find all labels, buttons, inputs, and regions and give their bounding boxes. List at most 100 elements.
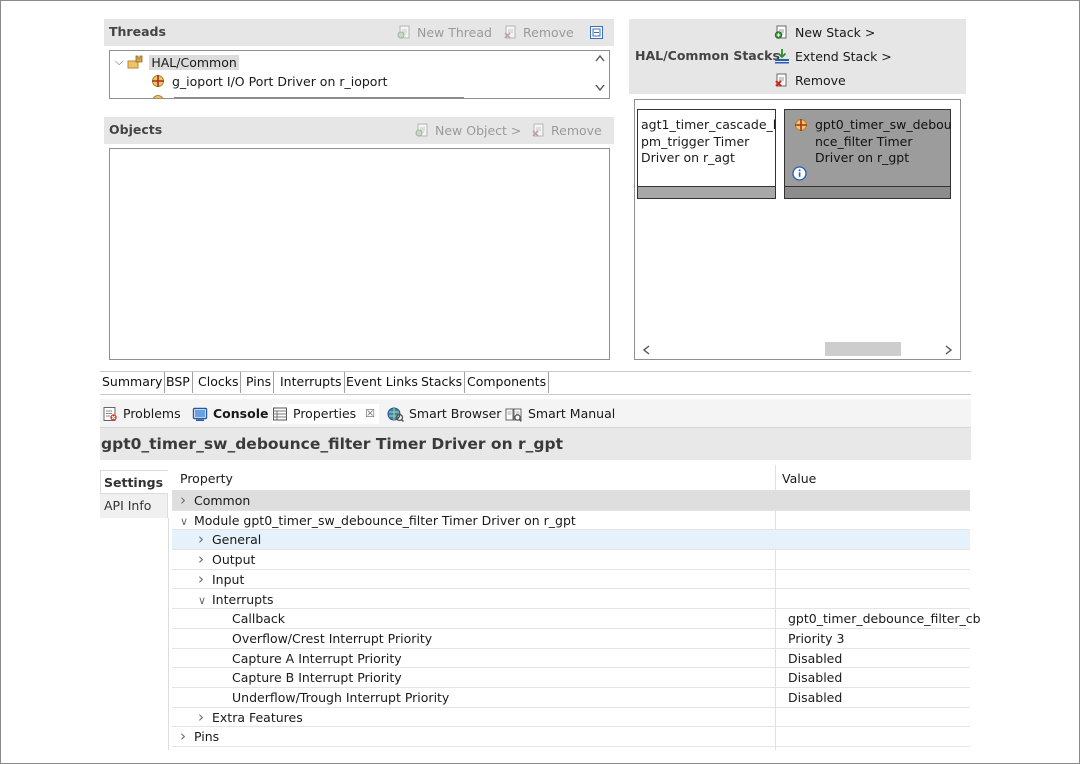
- driver-icon: [793, 117, 809, 133]
- property-label: Interrupts: [212, 591, 274, 607]
- close-icon[interactable]: ☒: [365, 404, 375, 424]
- col-value-header[interactable]: Value: [782, 471, 816, 486]
- property-label: Common: [194, 493, 251, 508]
- value-cell[interactable]: [782, 708, 788, 728]
- table-row[interactable]: › Input: [172, 570, 970, 590]
- property-cell: › Output: [198, 550, 255, 570]
- chevron-right-icon[interactable]: ›: [198, 570, 212, 589]
- tab-bsp[interactable]: BSP: [164, 372, 193, 393]
- value-cell[interactable]: [782, 590, 788, 610]
- tree-scrollbar[interactable]: [592, 51, 609, 98]
- chevron-right-icon[interactable]: ›: [180, 491, 194, 510]
- stack-block-gpt0[interactable]: gpt0_timer_sw_debou nce_filter Timer Dri…: [784, 109, 952, 199]
- tab-problems[interactable]: Problems: [102, 404, 181, 424]
- driver-icon: [150, 73, 166, 89]
- property-cell: › Input: [198, 570, 244, 590]
- scroll-down-icon[interactable]: [595, 84, 605, 92]
- table-row[interactable]: › General: [172, 530, 970, 551]
- side-tab-settings[interactable]: Settings: [100, 470, 168, 494]
- tab-smart-manual-label: Smart Manual: [528, 406, 616, 421]
- new-stack-icon: [774, 24, 790, 40]
- chevron-right-icon[interactable]: ›: [198, 708, 212, 727]
- new-object-icon: [415, 122, 431, 138]
- tree-node-hal-common[interactable]: ⌵ HAL/Common: [115, 54, 239, 70]
- chevron-down-icon: ⌵: [115, 55, 124, 68]
- scroll-up-icon[interactable]: [595, 54, 605, 62]
- value-cell[interactable]: Priority 3: [782, 629, 844, 649]
- stack-block-text: agt1_timer_cascade_l pm_trigger Timer Dr…: [641, 117, 776, 167]
- table-row[interactable]: › Common: [172, 491, 970, 511]
- tree-node-ioport[interactable]: g_ioport I/O Port Driver on r_ioport: [150, 73, 387, 89]
- side-tabs-divider: [168, 518, 169, 750]
- extend-stack-button[interactable]: Extend Stack >: [774, 48, 892, 64]
- remove-object-label: Remove: [551, 122, 602, 138]
- value-cell[interactable]: Disabled: [782, 688, 842, 708]
- stacks-hscrollbar[interactable]: [635, 340, 960, 359]
- table-row[interactable]: ∨ Module gpt0_timer_sw_debounce_filter Ti…: [172, 511, 970, 531]
- table-row[interactable]: Underflow/Trough Interrupt Priority Disab…: [172, 688, 970, 708]
- table-row[interactable]: › Output: [172, 550, 970, 570]
- tab-properties[interactable]: Properties ☒: [272, 404, 380, 424]
- table-row[interactable]: Capture A Interrupt Priority Disabled: [172, 649, 970, 669]
- tab-smart-manual[interactable]: Smart Manual: [505, 404, 615, 424]
- chevron-down-icon[interactable]: ∨: [180, 512, 194, 531]
- property-label: General: [212, 532, 262, 548]
- hal-common-icon: [127, 54, 145, 70]
- remove-thread-icon: [503, 24, 519, 40]
- table-row[interactable]: Overflow/Crest Interrupt Priority Priorit…: [172, 629, 970, 649]
- scroll-left-icon[interactable]: [642, 345, 650, 355]
- extend-stack-label: Extend Stack >: [795, 48, 892, 64]
- value-cell[interactable]: [782, 550, 788, 570]
- new-thread-icon: [397, 24, 413, 40]
- tab-components[interactable]: Components: [465, 372, 550, 393]
- smart-browser-icon: [386, 406, 404, 422]
- tab-stacks[interactable]: Stacks: [419, 372, 466, 393]
- property-cell: Callback: [232, 609, 285, 629]
- value-cell[interactable]: gpt0_timer_debounce_filter_cb: [782, 609, 981, 629]
- stack-block-text: gpt0_timer_sw_debou nce_filter Timer Dri…: [815, 117, 952, 167]
- scroll-right-icon[interactable]: [945, 345, 953, 355]
- tab-pins[interactable]: Pins: [244, 372, 275, 393]
- chevron-right-icon[interactable]: ›: [198, 530, 212, 549]
- threads-title: Threads: [109, 24, 166, 39]
- tab-properties-label: Properties: [293, 406, 357, 421]
- table-row[interactable]: › Extra Features: [172, 708, 970, 728]
- stack-block-footer: [785, 186, 950, 198]
- value-cell[interactable]: Disabled: [782, 649, 842, 669]
- table-row[interactable]: Capture B Interrupt Priority Disabled: [172, 668, 970, 688]
- new-stack-button[interactable]: New Stack >: [774, 24, 875, 40]
- tab-event-links[interactable]: Event Links: [344, 372, 421, 393]
- collapse-all-icon[interactable]: [589, 25, 604, 40]
- properties-table-header: Property Value: [172, 465, 970, 750]
- table-row[interactable]: ∨ Interrupts: [172, 590, 970, 610]
- tab-interrupts[interactable]: Interrupts: [278, 372, 345, 393]
- property-label: Module gpt0_timer_sw_debounce_filter Tim…: [194, 512, 576, 528]
- value-cell[interactable]: [782, 491, 788, 511]
- chevron-right-icon[interactable]: ›: [180, 727, 194, 746]
- col-property-header[interactable]: Property: [180, 471, 233, 486]
- new-thread-button[interactable]: New Thread: [397, 24, 492, 40]
- stack-block-agt1[interactable]: agt1_timer_cascade_l pm_trigger Timer Dr…: [637, 109, 776, 199]
- info-icon[interactable]: [792, 166, 807, 181]
- side-tab-api-info[interactable]: API Info: [100, 494, 168, 518]
- chevron-down-icon[interactable]: ∨: [198, 591, 212, 610]
- value-cell[interactable]: [782, 530, 788, 550]
- value-cell[interactable]: [782, 511, 788, 531]
- chevron-right-icon[interactable]: ›: [198, 550, 212, 569]
- tab-smart-browser-label: Smart Browser: [409, 406, 502, 421]
- new-thread-label: New Thread: [417, 24, 492, 40]
- tab-smart-browser[interactable]: Smart Browser: [386, 404, 501, 424]
- remove-object-button[interactable]: Remove: [531, 122, 602, 138]
- tab-console[interactable]: Console: [192, 404, 268, 424]
- value-cell[interactable]: Disabled: [782, 668, 842, 688]
- table-row[interactable]: › Pins: [172, 727, 970, 748]
- table-row[interactable]: Callback gpt0_timer_debounce_filter_cb: [172, 609, 981, 629]
- tab-clocks[interactable]: Clocks: [196, 372, 242, 393]
- new-object-button[interactable]: New Object >: [415, 122, 521, 138]
- remove-thread-button[interactable]: Remove: [503, 24, 574, 40]
- remove-stack-button[interactable]: Remove: [774, 72, 846, 88]
- tab-summary[interactable]: Summary: [100, 372, 166, 393]
- value-cell[interactable]: [782, 727, 788, 747]
- value-cell[interactable]: [782, 570, 788, 590]
- scroll-thumb[interactable]: [825, 342, 901, 356]
